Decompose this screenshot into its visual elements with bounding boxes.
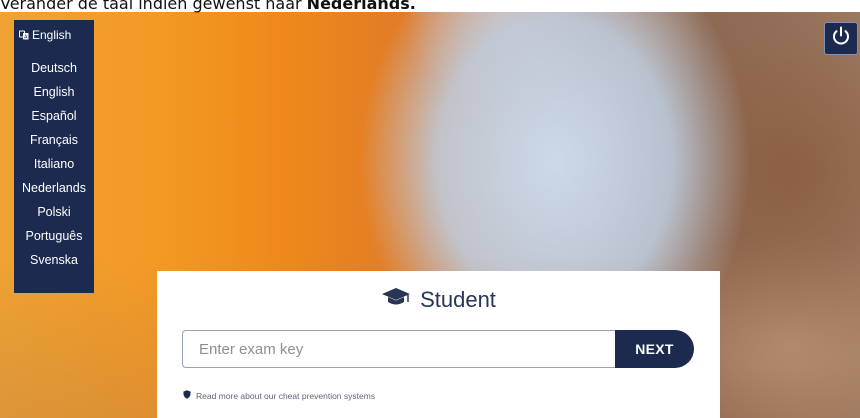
login-screen: A English Deutsch English Español França… <box>0 12 860 418</box>
svg-text:A: A <box>24 35 28 41</box>
cheat-prevention-text: Read more about our cheat prevention sys… <box>196 390 376 401</box>
graduation-cap-icon <box>381 286 411 314</box>
language-option-italiano[interactable]: Italiano <box>14 152 94 176</box>
language-menu: A English Deutsch English Español França… <box>14 20 94 293</box>
language-option-francais[interactable]: Français <box>14 128 94 152</box>
language-option-deutsch[interactable]: Deutsch <box>14 56 94 80</box>
language-option-polski[interactable]: Polski <box>14 200 94 224</box>
card-title: Student <box>157 285 720 315</box>
current-language-label: English <box>32 28 72 42</box>
instruction-bar: Verander de taal indien gewenst naar Ned… <box>0 0 860 13</box>
power-icon <box>830 25 852 52</box>
exam-key-input[interactable] <box>182 330 622 368</box>
power-button[interactable] <box>824 22 858 55</box>
language-icon: A <box>19 30 29 41</box>
language-option-nederlands[interactable]: Nederlands <box>14 176 94 200</box>
language-selector[interactable]: A English <box>14 20 94 44</box>
shield-icon <box>183 390 191 401</box>
next-button[interactable]: NEXT <box>615 330 694 368</box>
language-option-espanol[interactable]: Español <box>14 104 94 128</box>
language-option-svenska[interactable]: Svenska <box>14 248 94 272</box>
cheat-prevention-link[interactable]: Read more about our cheat prevention sys… <box>183 390 375 401</box>
language-list: Deutsch English Español Français Italian… <box>14 56 94 272</box>
instruction-text: Verander de taal indien gewenst naar Ned… <box>0 0 416 13</box>
card-title-text: Student <box>420 287 496 312</box>
instruction-emphasis: Nederlands. <box>306 0 416 13</box>
language-option-portugues[interactable]: Português <box>14 224 94 248</box>
student-login-card: Student NEXT Read more about our cheat p… <box>157 271 720 418</box>
language-option-english[interactable]: English <box>14 80 94 104</box>
instruction-prefix: Verander de taal indien gewenst naar <box>0 0 307 13</box>
